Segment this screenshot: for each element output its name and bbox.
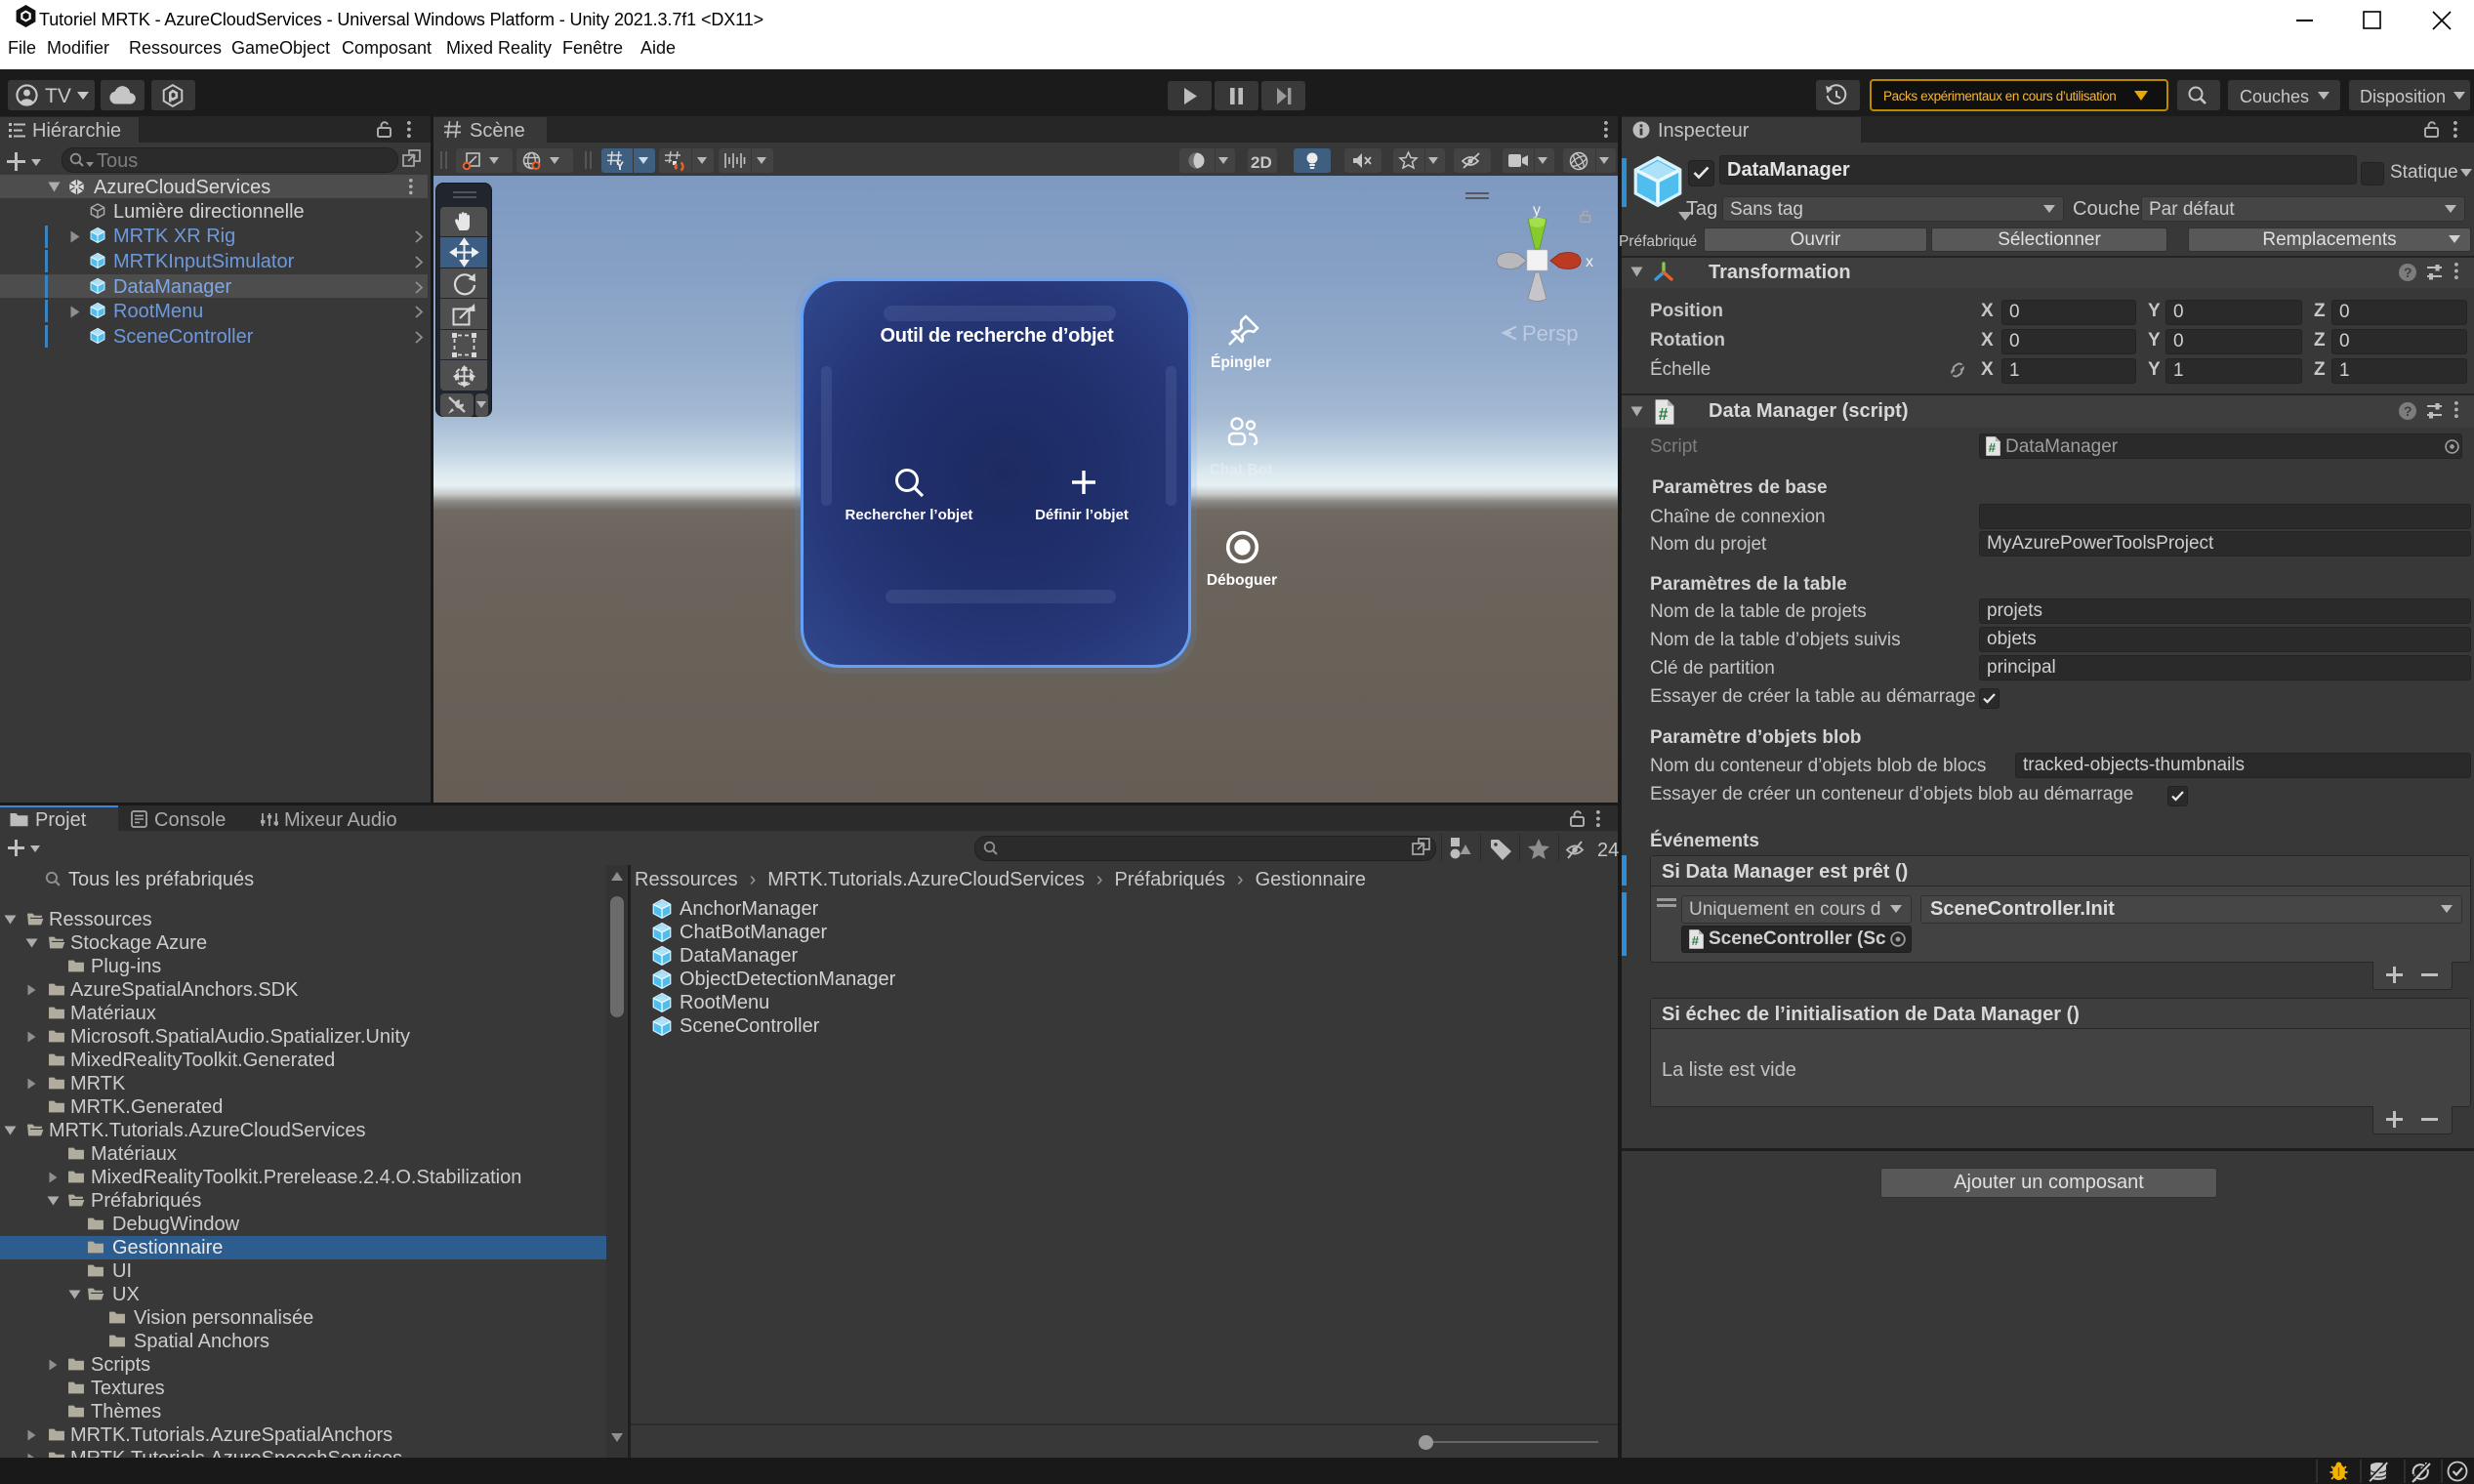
svg-text:?: ? [2404,403,2412,419]
svg-text:y: y [1533,202,1541,219]
svg-text:Y: Y [616,159,624,173]
svg-text:x: x [1586,254,1593,270]
svg-text:?: ? [2404,265,2412,280]
